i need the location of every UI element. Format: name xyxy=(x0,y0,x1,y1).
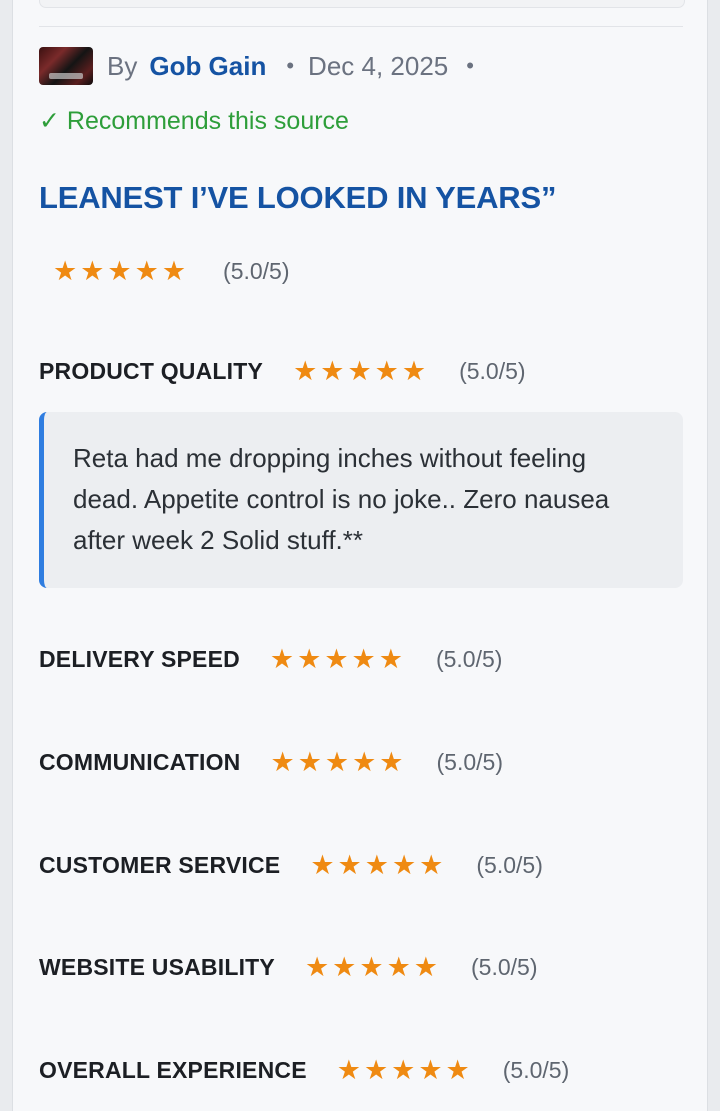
rating-score: (5.0/5) xyxy=(502,1057,570,1083)
rating-row-website-usability: WEBSITE USABILITY ★★★★★ (5.0/5) xyxy=(39,952,537,983)
rating-score: (5.0/5) xyxy=(459,358,526,384)
rating-score: (5.0/5) xyxy=(476,852,543,878)
avatar[interactable] xyxy=(39,47,93,85)
star-icon: ★★★★★ xyxy=(269,644,406,674)
rating-label: WEBSITE USABILITY xyxy=(39,954,275,980)
star-icon: ★★★★★ xyxy=(293,356,430,386)
review-comment: Reta had me dropping inches without feel… xyxy=(39,412,683,588)
overall-rating: ★★★★★ (5.0/5) xyxy=(53,256,290,287)
review-card: By Gob Gain • Dec 4, 2025 • ✓ Recommends… xyxy=(12,0,708,1111)
star-icon: ★★★★★ xyxy=(304,952,441,982)
review-meta: By Gob Gain • Dec 4, 2025 • xyxy=(39,46,488,86)
rating-score: (5.0/5) xyxy=(435,646,503,672)
rating-label: PRODUCT QUALITY xyxy=(39,358,264,384)
review-date: Dec 4, 2025 xyxy=(308,50,449,81)
previous-input-edge xyxy=(39,0,685,8)
rating-label: OVERALL EXPERIENCE xyxy=(39,1057,307,1083)
rating-label: COMMUNICATION xyxy=(39,749,241,775)
divider xyxy=(39,26,683,27)
rating-score: (5.0/5) xyxy=(471,954,538,980)
overall-stars-icon: ★★★★★ xyxy=(53,256,190,286)
separator-dot-trailing: • xyxy=(466,53,474,78)
by-label: By xyxy=(107,50,138,81)
rating-row-customer-service: CUSTOMER SERVICE ★★★★★ (5.0/5) xyxy=(39,850,543,881)
author-link[interactable]: Gob Gain xyxy=(149,51,266,82)
rating-label: DELIVERY SPEED xyxy=(39,646,240,672)
star-icon: ★★★★★ xyxy=(336,1055,473,1085)
recommends-badge: ✓ Recommends this source xyxy=(39,107,349,135)
separator-dot: • xyxy=(286,53,295,78)
rating-score: (5.0/5) xyxy=(436,749,503,775)
star-icon: ★★★★★ xyxy=(270,747,407,777)
rating-row-communication: COMMUNICATION ★★★★★ (5.0/5) xyxy=(39,747,503,778)
star-icon: ★★★★★ xyxy=(310,850,447,880)
review-comment-text: Reta had me dropping inches without feel… xyxy=(73,443,610,555)
rating-row-product-quality: PRODUCT QUALITY ★★★★★ (5.0/5) xyxy=(39,356,526,387)
rating-row-delivery-speed: DELIVERY SPEED ★★★★★ (5.0/5) xyxy=(39,644,502,675)
rating-label: CUSTOMER SERVICE xyxy=(39,852,281,878)
overall-score: (5.0/5) xyxy=(223,258,290,284)
review-headline: LEANEST I’VE LOOKED IN YEARS” xyxy=(39,180,557,215)
rating-row-overall-experience: OVERALL EXPERIENCE ★★★★★ (5.0/5) xyxy=(39,1055,569,1086)
